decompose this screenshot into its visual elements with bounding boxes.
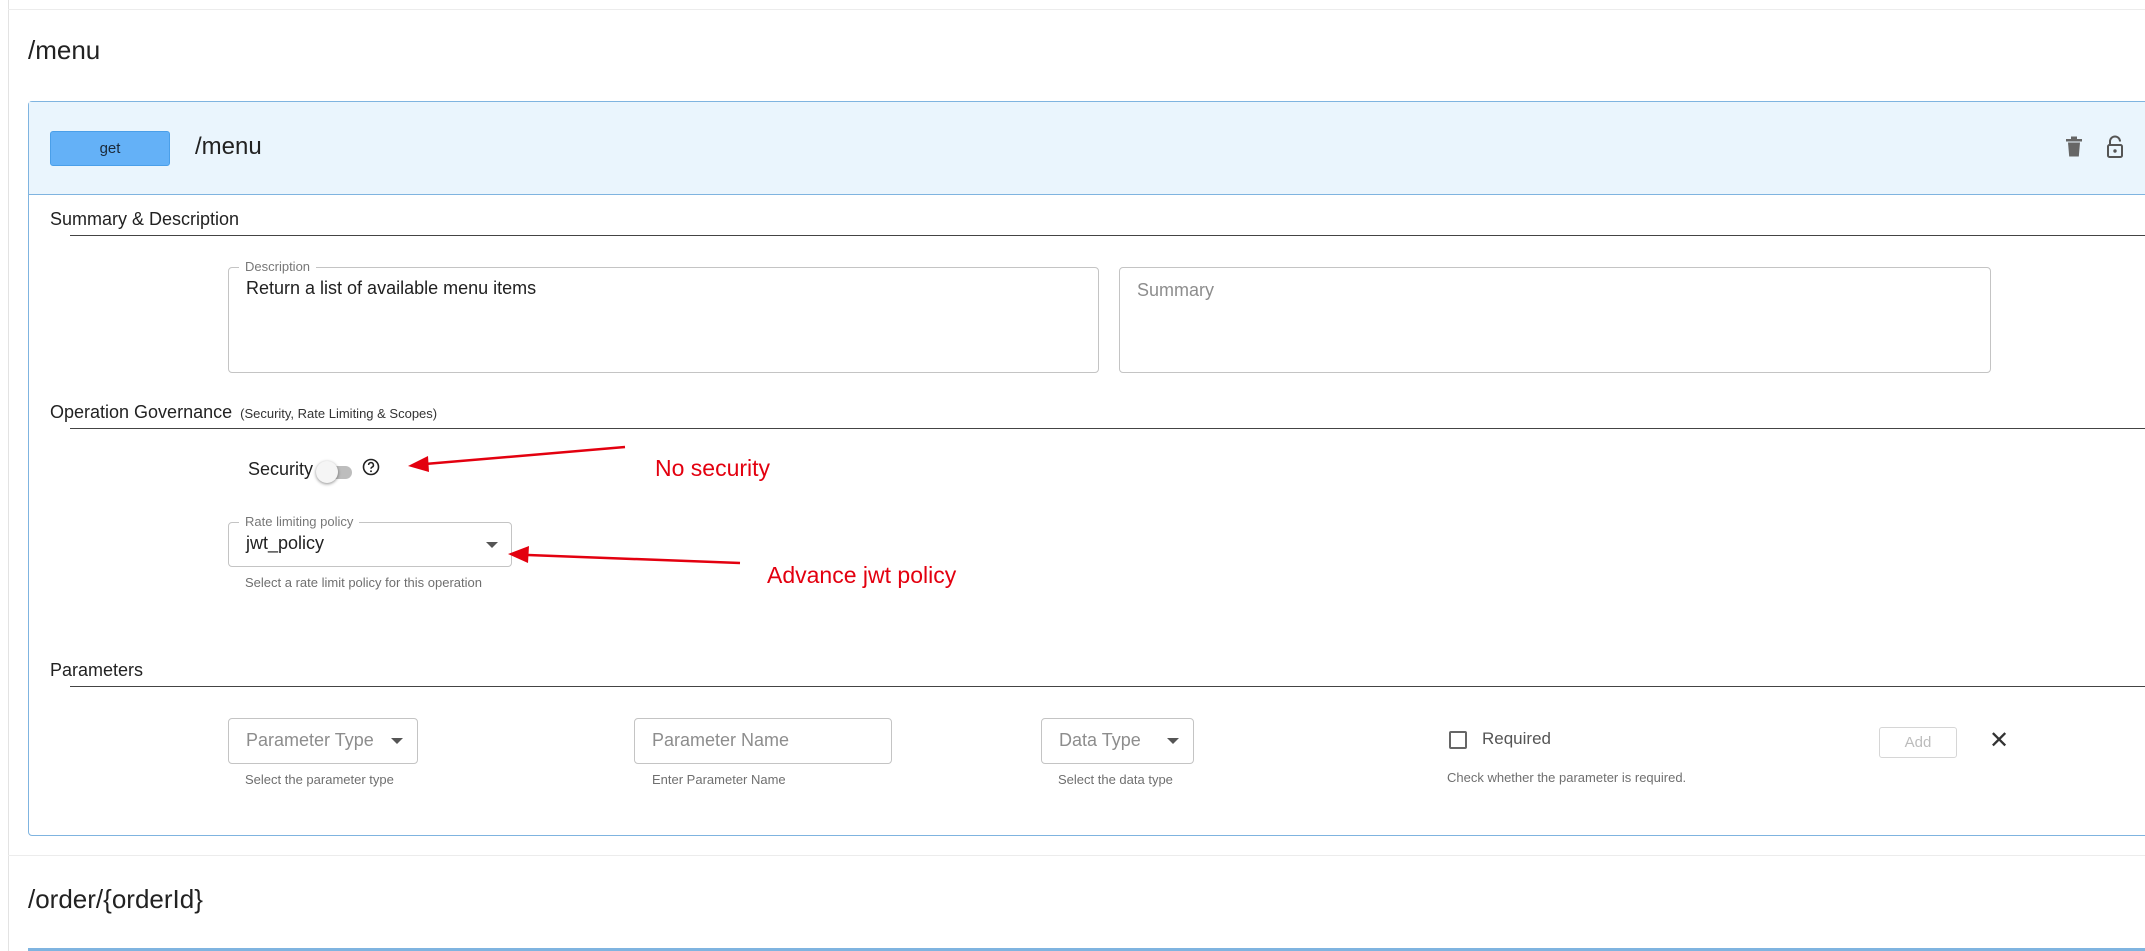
security-arrow bbox=[424, 445, 626, 466]
parameter-type-placeholder: Parameter Type bbox=[246, 730, 374, 750]
close-icon[interactable]: ✕ bbox=[1989, 729, 2009, 753]
parameter-name-placeholder: Parameter Name bbox=[652, 730, 790, 750]
parameter-type-helper: Select the parameter type bbox=[245, 772, 394, 787]
add-parameter-button[interactable]: Add bbox=[1879, 727, 1957, 758]
parameter-name-helper: Enter Parameter Name bbox=[652, 772, 786, 787]
data-type-helper: Select the data type bbox=[1058, 772, 1173, 787]
annotation-advance-jwt-policy: Advance jwt policy bbox=[767, 562, 957, 588]
annotation-no-security: No security bbox=[655, 455, 771, 481]
parameter-name-input[interactable]: Parameter Name bbox=[634, 718, 892, 764]
required-helper: Check whether the parameter is required. bbox=[1447, 770, 1687, 785]
parameters-heading: Parameters bbox=[50, 660, 144, 680]
path-title-order: /order/{orderId} bbox=[28, 884, 203, 914]
required-checkbox[interactable] bbox=[1449, 731, 1467, 749]
chevron-down-icon bbox=[391, 738, 403, 744]
path-divider bbox=[8, 855, 2145, 856]
data-type-select[interactable]: Data Type bbox=[1041, 718, 1194, 764]
annotation-arrows bbox=[408, 445, 741, 565]
chevron-down-icon bbox=[1167, 738, 1179, 744]
security-arrowhead bbox=[408, 456, 429, 472]
policy-arrow bbox=[527, 553, 741, 565]
policy-arrowhead bbox=[508, 546, 529, 563]
parameter-type-select[interactable]: Parameter Type bbox=[228, 718, 418, 764]
data-type-placeholder: Data Type bbox=[1059, 730, 1141, 750]
parameters-rule bbox=[70, 686, 2145, 687]
required-label: Required bbox=[1482, 729, 1551, 748]
